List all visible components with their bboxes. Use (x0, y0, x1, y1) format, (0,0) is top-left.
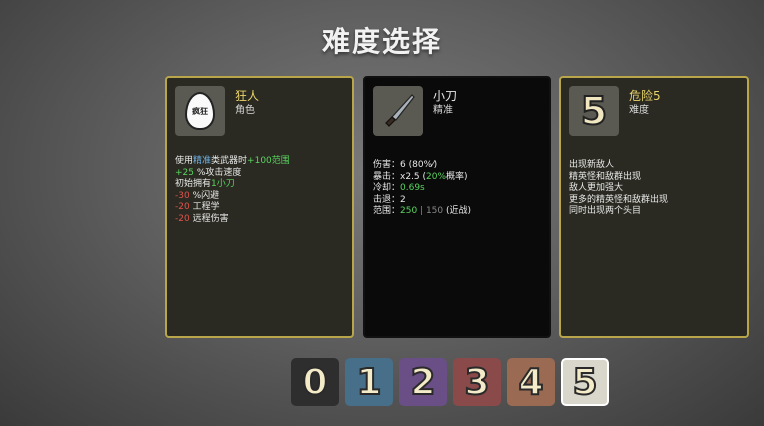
danger-effect-line: 出现新敌人 (569, 160, 615, 170)
danger-effect-line: 精英怪和敌群出现 (569, 171, 642, 182)
weapon-stat-line: 伤害：6 (80%⁄) (373, 160, 541, 172)
character-stat-line: 使用精准类武器时+100范围 (175, 156, 344, 168)
character-stat-line-text: 初始拥有 (175, 179, 212, 189)
weapon-stat-line-text: 20% (426, 171, 447, 182)
weapon-stat-line: 击退：2 (373, 195, 541, 207)
danger-card: 5 危险5 难度 出现新敌人 精英怪和敌群出现 敌人更加强大 更多的精英怪和敌群出现同… (559, 76, 749, 338)
character-stat-line-text: 类武器时 (211, 156, 248, 166)
danger-name: 危险5 (629, 89, 661, 103)
weapon-stat-line-text: 6 (80% (400, 160, 433, 170)
danger-effect-line: 更多的精英怪和敌群出现 (569, 194, 669, 205)
weapon-stat-line-text: 冷却： (373, 183, 401, 193)
weapon-stat-line-text: x2.5 (400, 171, 420, 182)
weapon-stat-line-text: 2 (400, 194, 406, 205)
character-stat-line: -30 %闪避 (175, 191, 344, 203)
difficulty-button-5[interactable]: 5 (561, 358, 609, 406)
character-stat-line: +25 %攻击速度 (175, 168, 344, 180)
egg-character-icon: 疯狂 (185, 92, 215, 130)
danger-effects: 出现新敌人 精英怪和敌群出现 敌人更加强大 更多的精英怪和敌群出现 同时出现两个头目 (569, 160, 739, 218)
page-title: 难度选择 (321, 25, 442, 58)
weapon-stat-line: 范围：250 | 150 (近战) (373, 206, 541, 218)
weapon-stat-line-text: (近战) (443, 206, 472, 216)
danger-portrait: 5 (569, 86, 619, 136)
difficulty-button-3[interactable]: 3 (453, 358, 501, 406)
character-stat-line: 初始拥有1小刀 (175, 179, 344, 191)
character-stat-line-text: -20 (175, 213, 190, 224)
difficulty-button-1[interactable]: 1 (345, 358, 393, 406)
danger-type: 难度 (629, 105, 649, 116)
weapon-portrait (373, 86, 423, 136)
difficulty-selector: 012345 (291, 358, 609, 406)
character-name: 狂人 (235, 89, 260, 103)
danger-level-icon: 5 (580, 89, 608, 133)
character-stat-line-text: +100范围 (247, 156, 290, 166)
character-stat-line-text: 远程伤害 (189, 213, 229, 224)
weapon-type: 精准 (433, 105, 453, 116)
character-stat-line: -20 工程学 (175, 202, 344, 214)
character-stat-line-text: +25 (175, 167, 194, 178)
character-stats: 使用精准类武器时+100范围 +25 %攻击速度 初始拥有1小刀 -30 %闪避 -20… (175, 156, 344, 225)
weapon-stat-line-text: 概率) (446, 171, 468, 182)
weapon-stat-line-text: 击退： (373, 194, 401, 205)
weapon-card: 小刀 精准 伤害：6 (80%⁄) 暴击：x2.5 (20%概率) 冷却：0.69s… (363, 76, 551, 338)
character-stat-line-text: %闪避 (189, 190, 220, 201)
weapon-stat-line: 冷却：0.69s (373, 183, 541, 195)
weapon-name: 小刀 (433, 89, 458, 103)
knife-icon (385, 94, 415, 127)
character-portrait: 疯狂 (175, 86, 225, 136)
weapon-stat-line-text: 范围： (373, 206, 401, 216)
character-stat-line-text: -30 (175, 190, 190, 201)
danger-effect-line: 敌人更加强大 (569, 183, 624, 193)
weapon-stat-line-text: 250 (400, 206, 418, 216)
weapon-stat-line-text: 0.69s (400, 183, 425, 193)
character-stat-line-text: 1小刀 (211, 179, 235, 189)
difficulty-button-2[interactable]: 2 (399, 358, 447, 406)
character-card: 疯狂 狂人 角色 使用精准类武器时+100范围 +25 %攻击速度 初始拥有1小刀 -… (165, 76, 354, 338)
weapon-stat-line: 暴击：x2.5 (20%概率) (373, 172, 541, 184)
character-type: 角色 (235, 105, 255, 116)
weapon-stat-line-text: ) (433, 160, 438, 170)
weapon-stat-line-text: | 150 (417, 206, 444, 216)
character-stat-line-text: 精准 (193, 156, 212, 166)
weapon-stats: 伤害：6 (80%⁄) 暴击：x2.5 (20%概率) 冷却：0.69s 击退：2 范围… (373, 160, 541, 218)
danger-effect-line: 同时出现两个头目 (569, 206, 642, 216)
difficulty-button-0[interactable]: 0 (291, 358, 339, 406)
difficulty-button-4[interactable]: 4 (507, 358, 555, 406)
character-stat-line-text: 工程学 (189, 202, 220, 212)
character-stat-line-text: %攻击速度 (194, 167, 242, 178)
character-stat-line: -20 远程伤害 (175, 214, 344, 226)
character-stat-line-text: -20 (175, 202, 190, 212)
weapon-stat-line-text: 伤害： (373, 160, 401, 170)
weapon-stat-line-text: 暴击： (373, 171, 401, 182)
character-stat-line-text: 使用 (175, 156, 194, 166)
